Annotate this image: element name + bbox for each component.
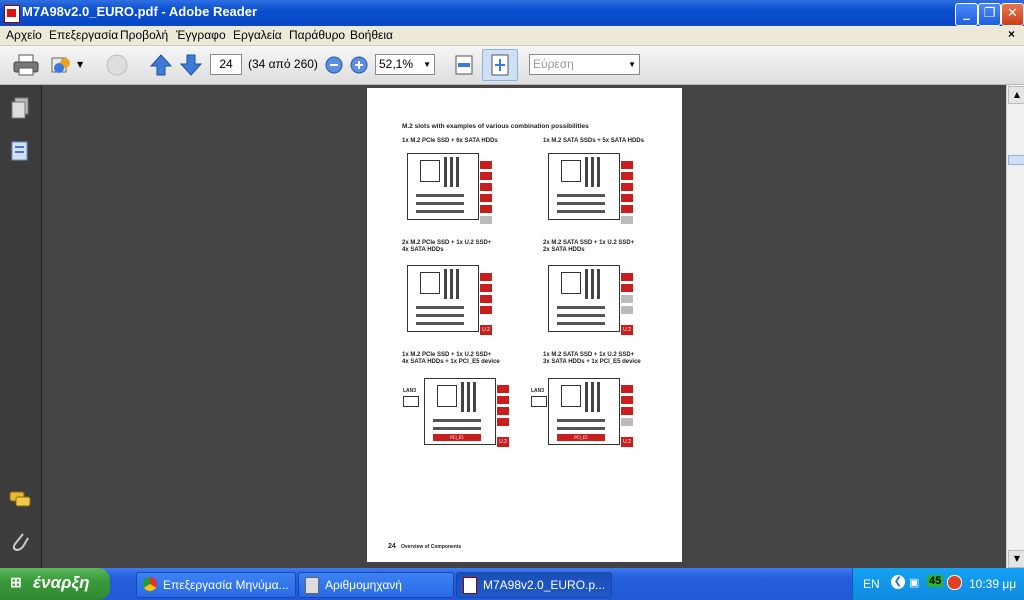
zoom-value: 52,1%: [379, 57, 414, 71]
menu-help[interactable]: Βοήθεια: [350, 28, 393, 42]
next-page-icon[interactable]: [180, 54, 202, 76]
motherboard-diagram-1: [407, 153, 479, 220]
windows-logo-icon: ⊞: [10, 574, 22, 590]
pcie-label-1: PCI_E5: [433, 434, 481, 441]
scroll-thumb[interactable]: [1008, 155, 1024, 165]
caption-6b: 3x SATA HDDs + 1x PCI_E5 device: [543, 359, 641, 365]
task-calculator[interactable]: Αριθμομηχανή: [298, 572, 454, 598]
u2-label-4: U.2: [621, 437, 633, 447]
fit-width-icon[interactable]: [453, 54, 475, 76]
caption-3b: 4x SATA HDDs: [402, 247, 444, 253]
calculator-icon: [305, 577, 319, 594]
page-heading: M.2 slots with examples of various combi…: [402, 123, 589, 130]
task-adobe-reader[interactable]: M7A98v2.0_EURO.p...: [456, 572, 612, 598]
menu-document[interactable]: Έγγραφο: [176, 28, 226, 42]
menu-bar: Αρχείο Επεξεργασία Προβολή Έγγραφο Εργαλ…: [0, 26, 1024, 46]
pdf-icon: [463, 577, 477, 594]
page-number-input[interactable]: 24: [210, 54, 242, 75]
caption-4b: 2x SATA HDDs: [543, 247, 585, 253]
motherboard-diagram-3: [407, 265, 479, 332]
menu-edit[interactable]: Επεξεργασία: [49, 28, 118, 42]
caption-5b: 4x SATA HDDs + 1x PCI_E5 device: [402, 359, 500, 365]
menu-window[interactable]: Παράθυρο: [289, 28, 345, 42]
close-button[interactable]: ✕: [1001, 3, 1024, 26]
caption-5: 1x M.2 PCIe SSD + 1x U.2 SSD+: [402, 352, 492, 358]
caption-2: 1x M.2 SATA SSDs + 5x SATA HDDs: [543, 138, 644, 144]
scroll-up-icon[interactable]: ▲: [1008, 86, 1024, 104]
system-tray: EN ❮ ▣ 45 10:39 μμ: [852, 568, 1024, 600]
attachments-icon[interactable]: [10, 530, 30, 554]
minimize-button[interactable]: _: [955, 3, 978, 26]
lan-label-1: LAN3: [403, 388, 417, 394]
zoom-out-icon[interactable]: [325, 56, 343, 74]
navigation-panel: [0, 85, 42, 568]
menu-close-icon[interactable]: ×: [1008, 27, 1015, 41]
motherboard-diagram-6: PCI_E5: [548, 378, 620, 445]
print-icon[interactable]: [13, 54, 39, 76]
collaborate-dropdown-icon[interactable]: ▼: [77, 60, 83, 69]
clock[interactable]: 10:39 μμ: [969, 577, 1016, 591]
network-icon[interactable]: ▣: [909, 576, 919, 589]
caption-4: 2x M.2 SATA SSD + 1x U.2 SSD+: [543, 240, 635, 246]
lan-label-2: LAN3: [531, 388, 545, 394]
task-browser-label: Επεξεργασία Μηνύμα...: [163, 578, 289, 592]
start-button[interactable]: ⊞ έναρξη: [0, 568, 110, 600]
page-footer-number: 24: [388, 543, 396, 550]
chrome-icon: [143, 577, 157, 591]
u2-label-3: U.2: [497, 437, 509, 447]
comments-icon[interactable]: [9, 490, 31, 510]
page-count-label: (34 από 260): [248, 57, 318, 71]
chevron-down-icon[interactable]: ▼: [628, 55, 636, 74]
motherboard-diagram-4: [548, 265, 620, 332]
caption-1: 1x M.2 PCIe SSD + 6x SATA HDDs: [402, 138, 498, 144]
hand-tool-icon[interactable]: [104, 53, 130, 77]
security-icon[interactable]: [947, 575, 962, 590]
u2-label-1: U.2: [480, 325, 492, 335]
zoom-select[interactable]: 52,1% ▼: [375, 54, 435, 75]
scroll-down-icon[interactable]: ▼: [1008, 550, 1024, 568]
motherboard-diagram-5: PCI_E5: [424, 378, 496, 445]
toolbar: ▼ 24 (34 από 260) 52,1% ▼ Εύρεση ▼: [0, 46, 1024, 85]
caption-6: 1x M.2 SATA SSD + 1x U.2 SSD+: [543, 352, 635, 358]
u2-label-2: U.2: [621, 325, 633, 335]
collaborate-icon[interactable]: [50, 54, 74, 76]
search-input[interactable]: Εύρεση ▼: [529, 54, 640, 75]
page-footer-text: Overview of Components: [401, 544, 462, 550]
bookmarks-icon[interactable]: [10, 140, 30, 164]
fit-page-button[interactable]: [482, 49, 518, 81]
pdf-page: M.2 slots with examples of various combi…: [367, 88, 682, 562]
maximize-button[interactable]: ❐: [978, 3, 1001, 26]
menu-tools[interactable]: Εργαλεία: [233, 28, 282, 42]
previous-page-icon[interactable]: [150, 54, 172, 76]
chevron-down-icon: ▼: [423, 60, 431, 69]
task-browser[interactable]: Επεξεργασία Μηνύμα...: [136, 572, 296, 598]
pdf-app-icon: [4, 5, 20, 23]
menu-file[interactable]: Αρχείο: [6, 28, 42, 42]
badge-45[interactable]: 45: [927, 575, 944, 587]
zoom-in-icon[interactable]: [350, 56, 368, 74]
caption-3: 2x M.2 PCIe SSD + 1x U.2 SSD+: [402, 240, 492, 246]
window-title: M7A98v2.0_EURO.pdf - Adobe Reader: [22, 4, 258, 19]
pages-icon[interactable]: [10, 97, 30, 121]
fit-page-icon: [491, 54, 509, 76]
task-calculator-label: Αριθμομηχανή: [325, 578, 402, 592]
pcie-label-2: PCI_E5: [557, 434, 605, 441]
vertical-scrollbar[interactable]: ▲ ▼: [1006, 85, 1024, 568]
title-bar: M7A98v2.0_EURO.pdf - Adobe Reader _ ❐ ✕: [0, 0, 1024, 26]
task-adobe-reader-label: M7A98v2.0_EURO.p...: [483, 578, 606, 592]
start-label: έναρξη: [33, 573, 90, 592]
show-hidden-icons[interactable]: ❮: [891, 575, 905, 589]
menu-view[interactable]: Προβολή: [120, 28, 168, 42]
search-placeholder: Εύρεση: [533, 57, 574, 71]
motherboard-diagram-2: [548, 153, 620, 220]
language-indicator[interactable]: EN: [863, 577, 880, 591]
